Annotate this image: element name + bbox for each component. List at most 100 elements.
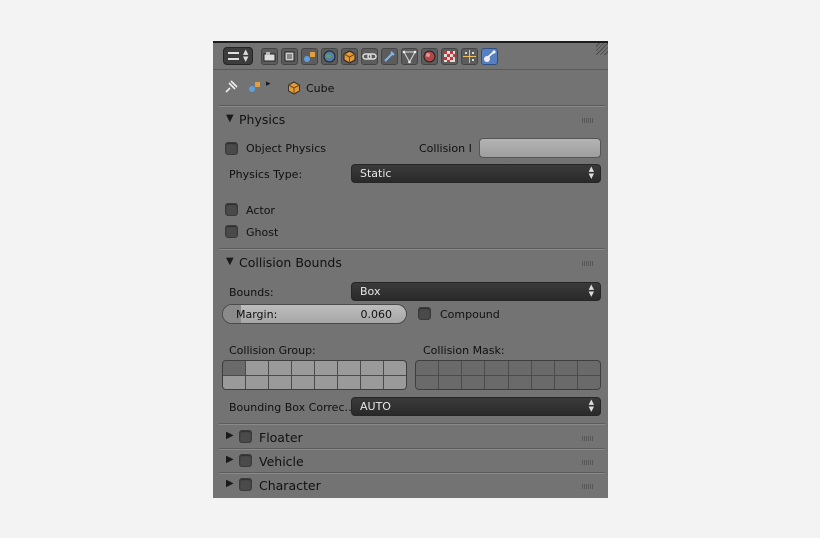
floater-panel-header[interactable]: ▶ Floater: [219, 426, 603, 448]
collision-group-label: Collision Group:: [229, 344, 316, 357]
physics-type-value: Static: [360, 167, 392, 180]
physics-panel-header[interactable]: ▼ Physics: [219, 109, 603, 131]
scene-icon: [247, 79, 262, 98]
collision-mask-toggle[interactable]: [439, 375, 462, 389]
collision-group-toggle[interactable]: [292, 375, 314, 389]
physics-type-label: Physics Type:: [229, 168, 303, 181]
collision-group-toggle[interactable]: [269, 375, 291, 389]
particles-icon[interactable]: [461, 48, 478, 65]
collision-bounds-header-label: Collision Bounds: [239, 255, 342, 270]
collision-group-toggle[interactable]: [315, 375, 337, 389]
bbox-correction-dropdown[interactable]: AUTO ▲ ▼: [351, 397, 601, 416]
margin-slider[interactable]: Margin: 0.060: [222, 304, 407, 324]
collision-bounds-panel-header[interactable]: ▼ Collision Bounds: [219, 252, 603, 274]
margin-value: 0.060: [360, 308, 393, 321]
collision-group-toggle[interactable]: [338, 361, 360, 375]
collision-group-toggle[interactable]: [384, 361, 406, 375]
object-icon[interactable]: [341, 48, 358, 65]
physics-header-label: Physics: [239, 112, 286, 127]
character-panel-header[interactable]: ▶ Character: [219, 474, 603, 496]
drag-handle-icon[interactable]: [582, 460, 593, 465]
collision-group-toggle[interactable]: [246, 361, 268, 375]
context-tabs: [259, 43, 504, 69]
object-physics-checkbox[interactable]: [225, 142, 238, 155]
editor-type-icon: [228, 52, 239, 60]
collision-mask-toggle[interactable]: [577, 361, 600, 375]
drag-handle-icon[interactable]: [582, 261, 593, 266]
collision-group-toggle[interactable]: [384, 375, 406, 389]
chevron-updown-icon: ▲ ▼: [588, 398, 594, 413]
constraints-icon[interactable]: [361, 48, 378, 65]
collision-mask-toggle[interactable]: [485, 361, 508, 375]
compound-checkbox[interactable]: [418, 307, 431, 320]
texture-icon[interactable]: [441, 48, 458, 65]
material-icon[interactable]: [421, 48, 438, 65]
collision-mask-grid: [415, 360, 601, 390]
object-name: Cube: [306, 82, 335, 95]
triangle-down-icon: ▼: [226, 113, 234, 124]
pin-icon[interactable]: [223, 79, 239, 99]
collision-group-toggle[interactable]: [292, 361, 314, 375]
ghost-checkbox[interactable]: [225, 225, 238, 238]
scene-icon[interactable]: [301, 48, 318, 65]
physics-icon[interactable]: [481, 48, 498, 65]
collision-mask-toggle[interactable]: [531, 375, 554, 389]
collision-mask-toggle[interactable]: [508, 375, 531, 389]
collision-mask-toggle[interactable]: [531, 361, 554, 375]
character-checkbox[interactable]: [239, 478, 252, 491]
collision-group-toggle[interactable]: [269, 361, 291, 375]
collision-mask-toggle[interactable]: [554, 375, 577, 389]
modifiers-icon[interactable]: [381, 48, 398, 65]
floater-header-label: Floater: [259, 430, 303, 445]
collision-mask-label: Collision Mask:: [423, 344, 505, 357]
collision-mask-toggle[interactable]: [508, 361, 531, 375]
collision-group-toggle[interactable]: [246, 375, 268, 389]
object-physics-label: Object Physics: [246, 142, 327, 155]
collision-mask-toggle[interactable]: [577, 375, 600, 389]
vehicle-checkbox[interactable]: [239, 454, 252, 467]
actor-checkbox[interactable]: [225, 203, 238, 216]
resize-corner-icon[interactable]: [596, 43, 608, 55]
collision-group-toggle[interactable]: [315, 361, 337, 375]
chevron-updown-icon: ▲ ▼: [588, 283, 594, 298]
physics-type-dropdown[interactable]: Static ▲ ▼: [351, 164, 601, 183]
vehicle-header-label: Vehicle: [259, 454, 304, 469]
render-layers-icon[interactable]: [281, 48, 298, 65]
collision-mask-toggle[interactable]: [462, 361, 485, 375]
world-icon[interactable]: [321, 48, 338, 65]
collision-mask-toggle[interactable]: [416, 375, 439, 389]
editor-type-button[interactable]: ▲ ▼: [223, 47, 253, 65]
breadcrumb: ▸ Cube: [213, 75, 608, 99]
collision-group-toggle[interactable]: [223, 375, 245, 389]
floater-checkbox[interactable]: [239, 430, 252, 443]
margin-label: Margin:: [236, 308, 278, 321]
chevron-updown-icon: ▲ ▼: [588, 165, 594, 180]
triangle-right-icon: ▶: [226, 454, 234, 465]
object-icon: [287, 80, 301, 99]
collision-label: Collision I: [419, 142, 472, 155]
collision-field[interactable]: [479, 138, 601, 158]
drag-handle-icon[interactable]: [582, 484, 593, 489]
collision-mask-toggle[interactable]: [462, 375, 485, 389]
drag-handle-icon[interactable]: [582, 436, 593, 441]
collision-group-toggle[interactable]: [361, 361, 383, 375]
bounds-dropdown[interactable]: Box ▲ ▼: [351, 282, 601, 301]
triangle-right-icon: ▶: [226, 478, 234, 489]
bounds-label: Bounds:: [229, 286, 274, 299]
collision-group-toggle[interactable]: [223, 361, 245, 375]
collision-mask-toggle[interactable]: [485, 375, 508, 389]
collision-mask-toggle[interactable]: [416, 361, 439, 375]
render-icon[interactable]: [261, 48, 278, 65]
collision-group-toggle[interactable]: [338, 375, 360, 389]
bbox-correction-value: AUTO: [360, 400, 391, 413]
collision-mask-toggle[interactable]: [439, 361, 462, 375]
triangle-right-icon: ▶: [226, 430, 234, 441]
triangle-down-icon: ▼: [226, 256, 234, 267]
collision-group-toggle[interactable]: [361, 375, 383, 389]
collision-mask-toggle[interactable]: [554, 361, 577, 375]
actor-label: Actor: [246, 204, 275, 217]
drag-handle-icon[interactable]: [582, 118, 593, 123]
vehicle-panel-header[interactable]: ▶ Vehicle: [219, 450, 603, 472]
data-icon[interactable]: [401, 48, 418, 65]
collision-group-grid: [222, 360, 407, 390]
